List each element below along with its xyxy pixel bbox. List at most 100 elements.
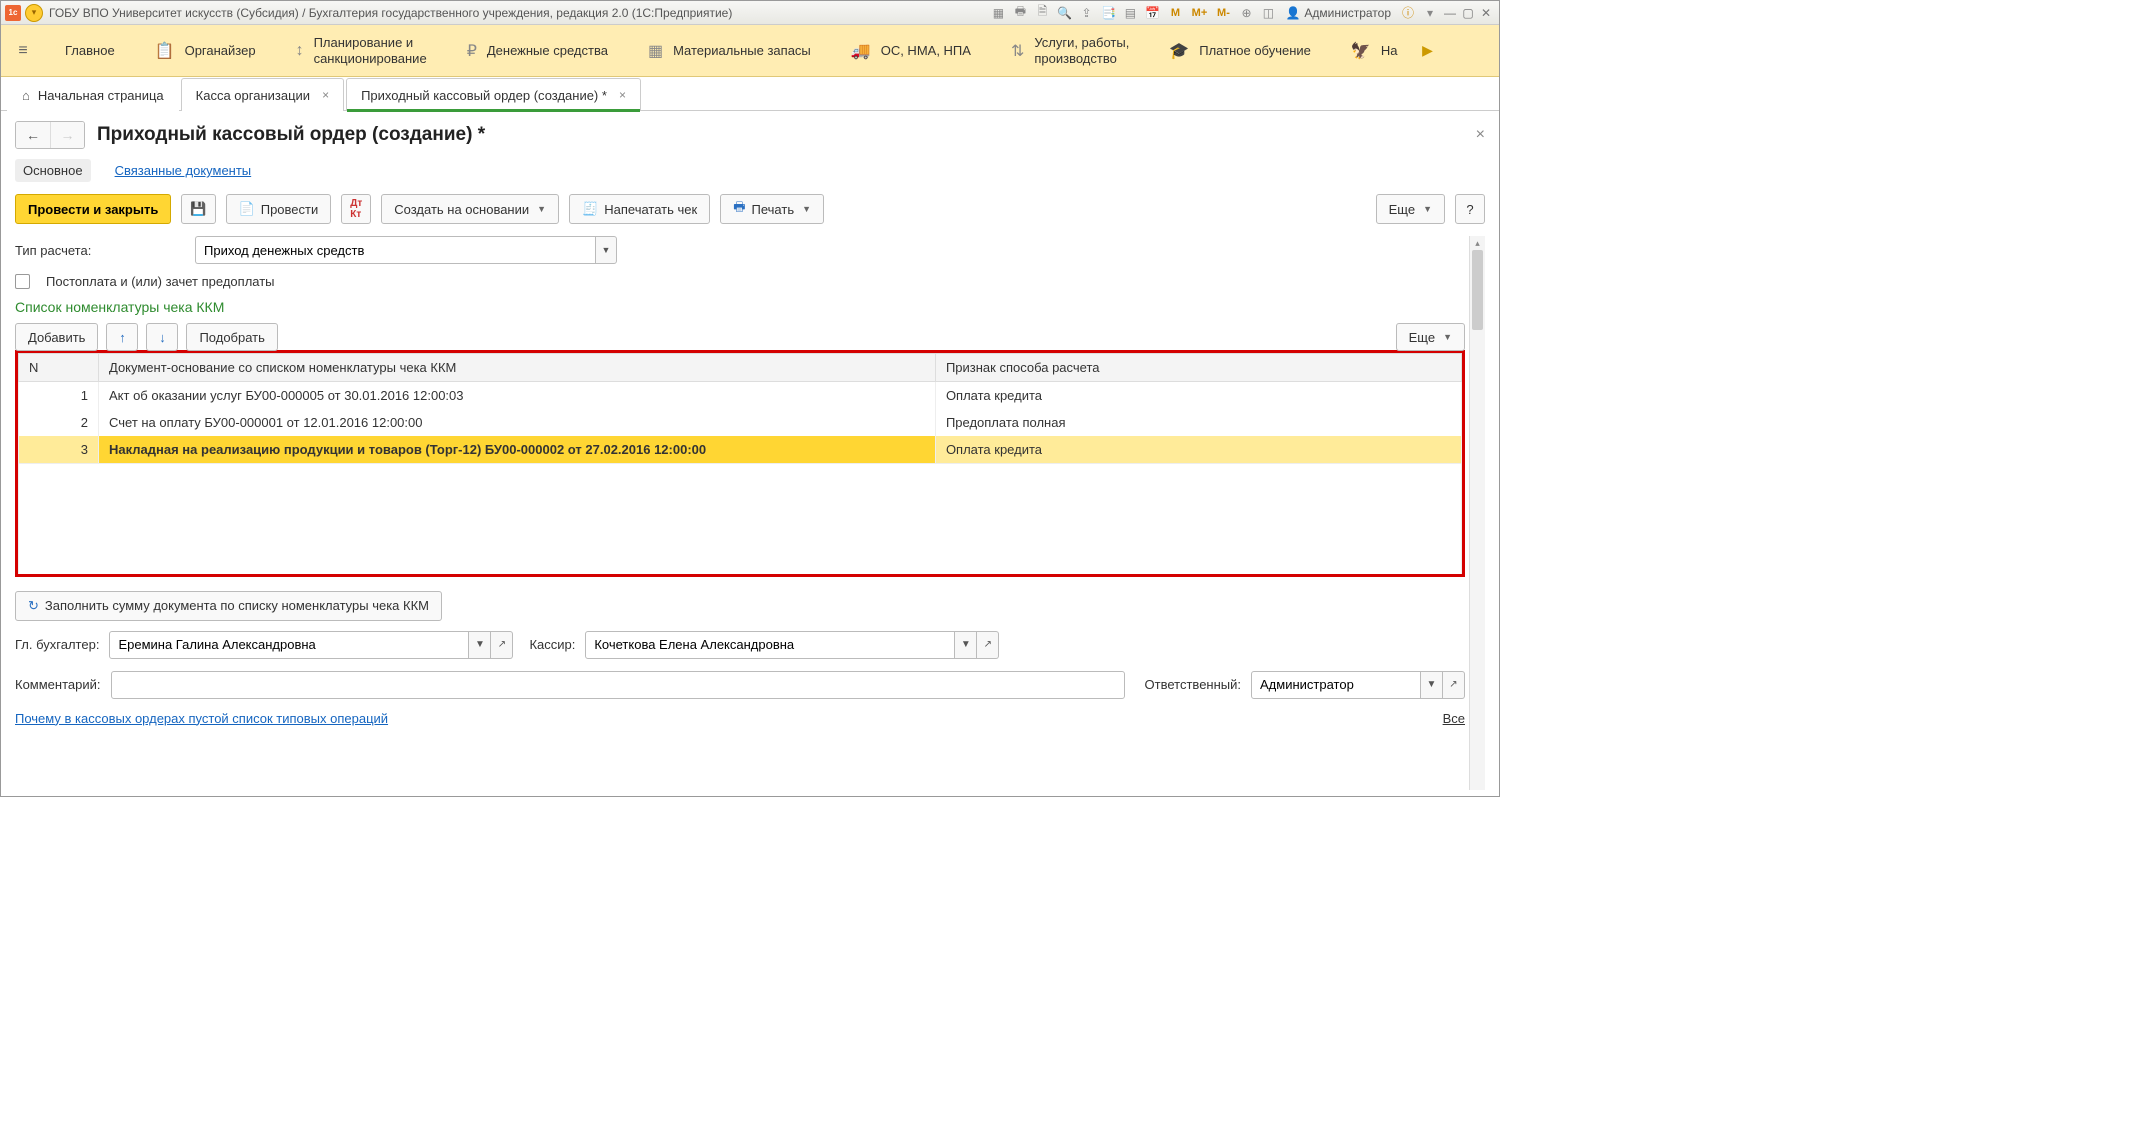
col-doc[interactable]: Документ-основание со списком номенклату… bbox=[99, 354, 936, 382]
tool-compare-icon[interactable]: 📑 bbox=[1098, 4, 1118, 22]
post-button[interactable]: 📄Провести bbox=[226, 194, 332, 224]
close-icon[interactable]: × bbox=[322, 88, 329, 102]
nav-item-planning[interactable]: ↕Планирование и санкционирование bbox=[276, 25, 447, 77]
open-icon[interactable]: ↗ bbox=[1443, 671, 1465, 699]
eagle-icon: 🦅 bbox=[1351, 41, 1371, 61]
table-more-button[interactable]: Еще▼ bbox=[1396, 323, 1465, 351]
nav-item-materials[interactable]: ▦Материальные запасы bbox=[628, 25, 831, 77]
table-row[interactable]: 1 Акт об оказании услуг БУ00-000005 от 3… bbox=[19, 382, 1462, 410]
memory-mminus-button[interactable]: M- bbox=[1212, 4, 1234, 22]
show-all-link[interactable]: Все bbox=[1443, 711, 1465, 726]
table-row[interactable]: 2 Счет на оплату БУ00-000001 от 12.01.20… bbox=[19, 409, 1462, 436]
responsible-input[interactable] bbox=[1251, 671, 1421, 699]
dropdown-icon[interactable]: ▼ bbox=[469, 631, 491, 659]
tool-calc-icon[interactable]: ▤ bbox=[1120, 4, 1140, 22]
dropdown-icon[interactable]: ▼ bbox=[595, 236, 617, 264]
zoom-icon[interactable]: ⊕ bbox=[1236, 4, 1256, 22]
dropdown-small-icon[interactable]: ▾ bbox=[1420, 4, 1440, 22]
dropdown-icon[interactable]: ▼ bbox=[1421, 671, 1443, 699]
calc-type-field[interactable]: ▼ bbox=[195, 236, 617, 264]
post-and-close-button[interactable]: Провести и закрыть bbox=[15, 194, 171, 224]
panel-icon[interactable]: ◫ bbox=[1258, 4, 1278, 22]
table-row-selected[interactable]: 3 Накладная на реализацию продукции и то… bbox=[19, 436, 1462, 464]
move-down-button[interactable]: ↓ bbox=[146, 323, 178, 351]
arrow-up-icon: ↑ bbox=[119, 330, 126, 345]
info-icon[interactable]: ⓘ bbox=[1398, 4, 1418, 22]
vertical-scrollbar[interactable]: ▴ bbox=[1469, 236, 1485, 790]
dtkt-button[interactable]: ДтКт bbox=[341, 194, 371, 224]
create-based-button[interactable]: Создать на основании▼ bbox=[381, 194, 559, 224]
chief-accountant-field[interactable]: ▼ ↗ bbox=[109, 631, 513, 659]
nav-item-organizer[interactable]: 📋Органайзер bbox=[135, 25, 276, 77]
nav-item-services[interactable]: ⇅Услуги, работы, производство bbox=[991, 25, 1149, 77]
fill-sum-row: ↻Заполнить сумму документа по списку ном… bbox=[15, 591, 1465, 621]
save-button[interactable]: 💾 bbox=[181, 194, 215, 224]
window-maximize-button[interactable]: ▢ bbox=[1459, 5, 1477, 21]
tab-home[interactable]: ⌂ Начальная страница bbox=[7, 78, 179, 111]
tab-incoming-order[interactable]: Приходный кассовый ордер (создание) * × bbox=[346, 78, 641, 111]
chief-accountant-input[interactable] bbox=[109, 631, 469, 659]
responsible-field[interactable]: ▼ ↗ bbox=[1251, 671, 1465, 699]
print-check-button[interactable]: 🧾Напечатать чек bbox=[569, 194, 710, 224]
scroll-up-icon[interactable]: ▴ bbox=[1470, 236, 1485, 250]
subnav-main[interactable]: Основное bbox=[15, 159, 91, 182]
tool-print-icon[interactable]: 🖶 bbox=[1010, 4, 1030, 22]
col-sign[interactable]: Признак способа расчета bbox=[935, 354, 1461, 382]
tool-calendar-icon[interactable]: 📅 bbox=[1142, 4, 1162, 22]
move-up-button[interactable]: ↑ bbox=[106, 323, 138, 351]
postpay-checkbox[interactable] bbox=[15, 274, 30, 289]
calc-type-input[interactable] bbox=[195, 236, 595, 264]
subnav-linked-docs[interactable]: Связанные документы bbox=[107, 159, 260, 182]
tab-kassa[interactable]: Касса организации × bbox=[181, 78, 344, 111]
caret-down-icon: ▼ bbox=[802, 204, 811, 214]
cashier-input[interactable] bbox=[585, 631, 955, 659]
print-button[interactable]: 🖶Печать▼ bbox=[720, 194, 824, 224]
help-button[interactable]: ? bbox=[1455, 194, 1485, 224]
window-minimize-button[interactable]: — bbox=[1441, 5, 1459, 21]
comment-field[interactable] bbox=[111, 671, 1125, 699]
tool-search-icon[interactable]: 🔍 bbox=[1054, 4, 1074, 22]
tool-grid-icon[interactable]: ▦ bbox=[988, 4, 1008, 22]
nav-item-main[interactable]: Главное bbox=[45, 25, 135, 77]
more-button[interactable]: Еще▼ bbox=[1376, 194, 1445, 224]
forward-button: → bbox=[50, 122, 84, 148]
table-empty-area[interactable] bbox=[19, 464, 1462, 574]
action-toolbar: Провести и закрыть 💾 📄Провести ДтКт Созд… bbox=[15, 194, 1485, 224]
scrollbar-thumb[interactable] bbox=[1472, 250, 1483, 330]
fill-sum-button[interactable]: ↻Заполнить сумму документа по списку ном… bbox=[15, 591, 442, 621]
nomenclature-table[interactable]: N Документ-основание со списком номенкла… bbox=[18, 353, 1462, 574]
postpay-label: Постоплата и (или) зачет предоплаты bbox=[46, 274, 275, 289]
open-icon[interactable]: ↗ bbox=[977, 631, 999, 659]
help-link[interactable]: Почему в кассовых ордерах пустой список … bbox=[15, 711, 388, 726]
open-icon[interactable]: ↗ bbox=[491, 631, 513, 659]
current-user[interactable]: 👤 Администратор bbox=[1285, 6, 1391, 20]
tool-upload-icon[interactable]: ⇪ bbox=[1076, 4, 1096, 22]
nav-scroll-right-icon[interactable]: ▶ bbox=[1417, 42, 1437, 59]
caret-down-icon: ▼ bbox=[537, 204, 546, 214]
nav-item-more[interactable]: 🦅На bbox=[1331, 25, 1418, 77]
memory-mplus-button[interactable]: M+ bbox=[1188, 4, 1210, 22]
close-icon[interactable]: × bbox=[619, 88, 626, 102]
col-n[interactable]: N bbox=[19, 354, 99, 382]
comment-input[interactable] bbox=[111, 671, 1125, 699]
burger-menu-icon[interactable]: ≡ bbox=[9, 42, 37, 60]
pick-button[interactable]: Подобрать bbox=[186, 323, 277, 351]
tool-doc-icon[interactable]: 🗎 bbox=[1032, 4, 1052, 22]
dropdown-icon[interactable]: ▼ bbox=[955, 631, 977, 659]
add-row-button[interactable]: Добавить bbox=[15, 323, 98, 351]
window-close-button[interactable]: ✕ bbox=[1477, 5, 1495, 21]
receipt-icon: 🧾 bbox=[582, 201, 598, 217]
clipboard-icon: 📋 bbox=[155, 41, 175, 61]
nav-item-assets[interactable]: 🚚ОС, НМА, НПА bbox=[831, 25, 991, 77]
memory-m-button[interactable]: M bbox=[1164, 4, 1186, 22]
titlebar-dropdown-icon[interactable]: ▾ bbox=[25, 4, 43, 22]
cashier-field[interactable]: ▼ ↗ bbox=[585, 631, 999, 659]
nav-item-education[interactable]: 🎓Платное обучение bbox=[1149, 25, 1331, 77]
app-window: 1c ▾ ГОБУ ВПО Университет искусств (Субс… bbox=[0, 0, 1500, 797]
postpay-row: Постоплата и (или) зачет предоплаты bbox=[15, 274, 1465, 289]
arrow-down-icon: ↓ bbox=[159, 330, 166, 345]
nav-item-money[interactable]: ₽Денежные средства bbox=[447, 25, 628, 77]
back-button[interactable]: ← bbox=[16, 122, 50, 148]
user-name: Администратор bbox=[1304, 6, 1391, 20]
page-close-button[interactable]: × bbox=[1476, 126, 1485, 144]
